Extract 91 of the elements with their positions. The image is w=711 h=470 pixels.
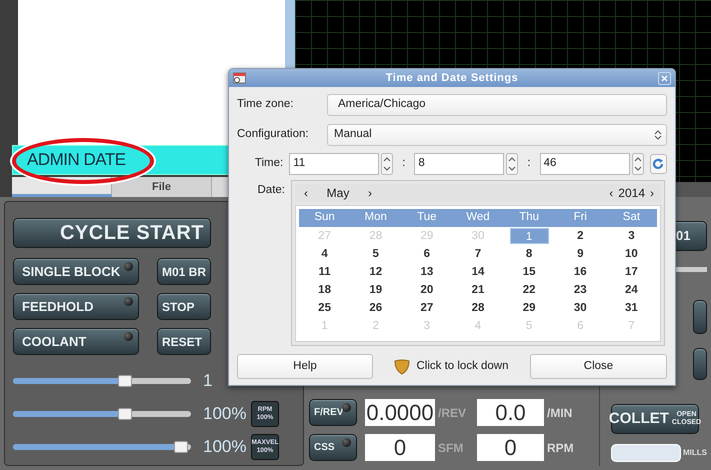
field-label: Time zone: xyxy=(237,97,294,112)
field-label: Date: xyxy=(256,183,286,198)
month-label: May xyxy=(326,185,350,202)
unit-label: RPM xyxy=(546,440,574,456)
calendar-day[interactable]: 23 xyxy=(560,282,600,298)
calendar-day[interactable]: 9 xyxy=(560,246,600,262)
field-label: Configuration: xyxy=(237,127,310,142)
updown-icon xyxy=(654,129,662,141)
cycle-start-button[interactable]: CYCLE START xyxy=(13,218,211,248)
close-icon[interactable] xyxy=(658,72,671,84)
calendar-day[interactable]: 28 xyxy=(458,300,498,316)
time-separator: : xyxy=(526,156,532,172)
next-year-button[interactable]: › xyxy=(647,184,657,202)
spin-arrows-icon[interactable] xyxy=(506,153,518,175)
calendar-day[interactable]: 26 xyxy=(356,300,396,316)
calendar-day[interactable]: 27 xyxy=(407,300,446,316)
help-button[interactable]: Help xyxy=(237,354,373,379)
time-spin-field[interactable]: 8 xyxy=(414,153,504,175)
previous-month-button[interactable]: ‹ xyxy=(299,184,313,202)
calendar-day[interactable]: 18 xyxy=(305,282,344,298)
weekday-label: Thu xyxy=(518,210,540,226)
dialog-title: Time and Date Settings xyxy=(384,70,520,86)
refresh-icon[interactable] xyxy=(650,154,667,174)
value-field[interactable]: 0 xyxy=(365,434,435,461)
calendar-day[interactable]: 4 xyxy=(305,246,344,262)
logo-caption: MILLS xyxy=(683,447,707,459)
override-reading: 1 xyxy=(203,370,214,392)
unit-label: SFM xyxy=(437,440,464,456)
weekday-label: Tue xyxy=(416,210,438,226)
time-separator: : xyxy=(401,156,406,172)
machine-button[interactable]: M01 BR xyxy=(157,258,211,285)
calendar-day[interactable]: 14 xyxy=(458,264,498,280)
calendar-clock-icon xyxy=(233,72,246,84)
override-reading: 100% xyxy=(203,402,248,425)
mode-button[interactable]: F/REV xyxy=(309,399,357,426)
lock-hint: Click to lock down xyxy=(416,358,509,374)
calendar-day[interactable]: 25 xyxy=(305,300,344,316)
weekday-label: Wed xyxy=(465,210,491,226)
calendar-day[interactable]: 19 xyxy=(356,282,396,298)
calendar-day[interactable]: 2 xyxy=(560,228,600,244)
logo-badge xyxy=(611,444,681,462)
calendar-day[interactable]: 31 xyxy=(612,300,651,316)
previous-year-button[interactable]: ‹ xyxy=(606,184,616,202)
calendar-day[interactable]: 7 xyxy=(458,246,498,262)
calendar-day[interactable]: 17 xyxy=(612,264,651,280)
next-month-button[interactable]: › xyxy=(363,184,377,202)
close-button[interactable]: Close xyxy=(530,354,667,379)
machine-button[interactable]: COOLANT xyxy=(13,328,139,355)
calendar-day[interactable]: 8 xyxy=(510,246,549,262)
side-button[interactable] xyxy=(693,300,707,334)
weekday-label: Sun xyxy=(313,210,336,226)
machine-button[interactable]: FEEDHOLD xyxy=(13,293,139,320)
spin-arrows-icon[interactable] xyxy=(632,153,644,175)
override-reading: 100% xyxy=(203,436,248,458)
shield-icon xyxy=(394,358,410,374)
weekday-label: Mon xyxy=(364,210,388,226)
calendar-day[interactable]: 20 xyxy=(407,282,446,298)
unit-label: /REV xyxy=(437,404,468,422)
calendar-day[interactable]: 22 xyxy=(510,282,549,298)
time-spin-field[interactable]: 46 xyxy=(540,153,630,175)
weekday-label: Sat xyxy=(622,210,642,226)
time-spin-field[interactable]: 11 xyxy=(289,153,380,175)
year-label: 2014 xyxy=(617,185,646,202)
calendar-day[interactable]: 6 xyxy=(407,246,446,262)
side-button[interactable] xyxy=(693,348,707,380)
calendar-day[interactable]: 5 xyxy=(356,246,396,262)
calendar-day[interactable]: 13 xyxy=(407,264,446,280)
calendar-day[interactable]: 24 xyxy=(612,282,651,298)
unit-label: /MIN xyxy=(546,404,572,422)
calendar-day[interactable]: 3 xyxy=(612,228,651,244)
machine-button[interactable]: RESET xyxy=(157,328,211,355)
calendar-day[interactable]: 12 xyxy=(356,264,396,280)
calendar-day[interactable]: 11 xyxy=(305,264,344,280)
calendar-day[interactable]: 16 xyxy=(560,264,600,280)
machine-button[interactable]: STOP xyxy=(157,293,211,320)
tab[interactable]: File xyxy=(112,177,212,197)
mode-button[interactable]: CSS xyxy=(309,434,357,461)
calendar-day[interactable]: 15 xyxy=(510,264,549,280)
calendar-day[interactable]: 29 xyxy=(510,300,549,316)
calendar-day[interactable]: 10 xyxy=(612,246,651,262)
weekday-label: Fri xyxy=(572,210,588,226)
spin-arrows-icon[interactable] xyxy=(381,153,394,175)
value-field[interactable]: 0 xyxy=(477,434,544,461)
calendar-day[interactable]: 21 xyxy=(458,282,498,298)
value-field[interactable]: 0.0 xyxy=(477,399,544,426)
value-field[interactable]: 0.0000 xyxy=(365,399,435,426)
machine-button[interactable]: SINGLE BLOCK xyxy=(13,258,139,285)
time-zone-field[interactable]: America/Chicago xyxy=(327,94,667,116)
calendar-day[interactable]: 30 xyxy=(560,300,600,316)
field-label: Time: xyxy=(254,156,284,172)
configuration-dropdown[interactable]: Manual xyxy=(327,124,667,146)
